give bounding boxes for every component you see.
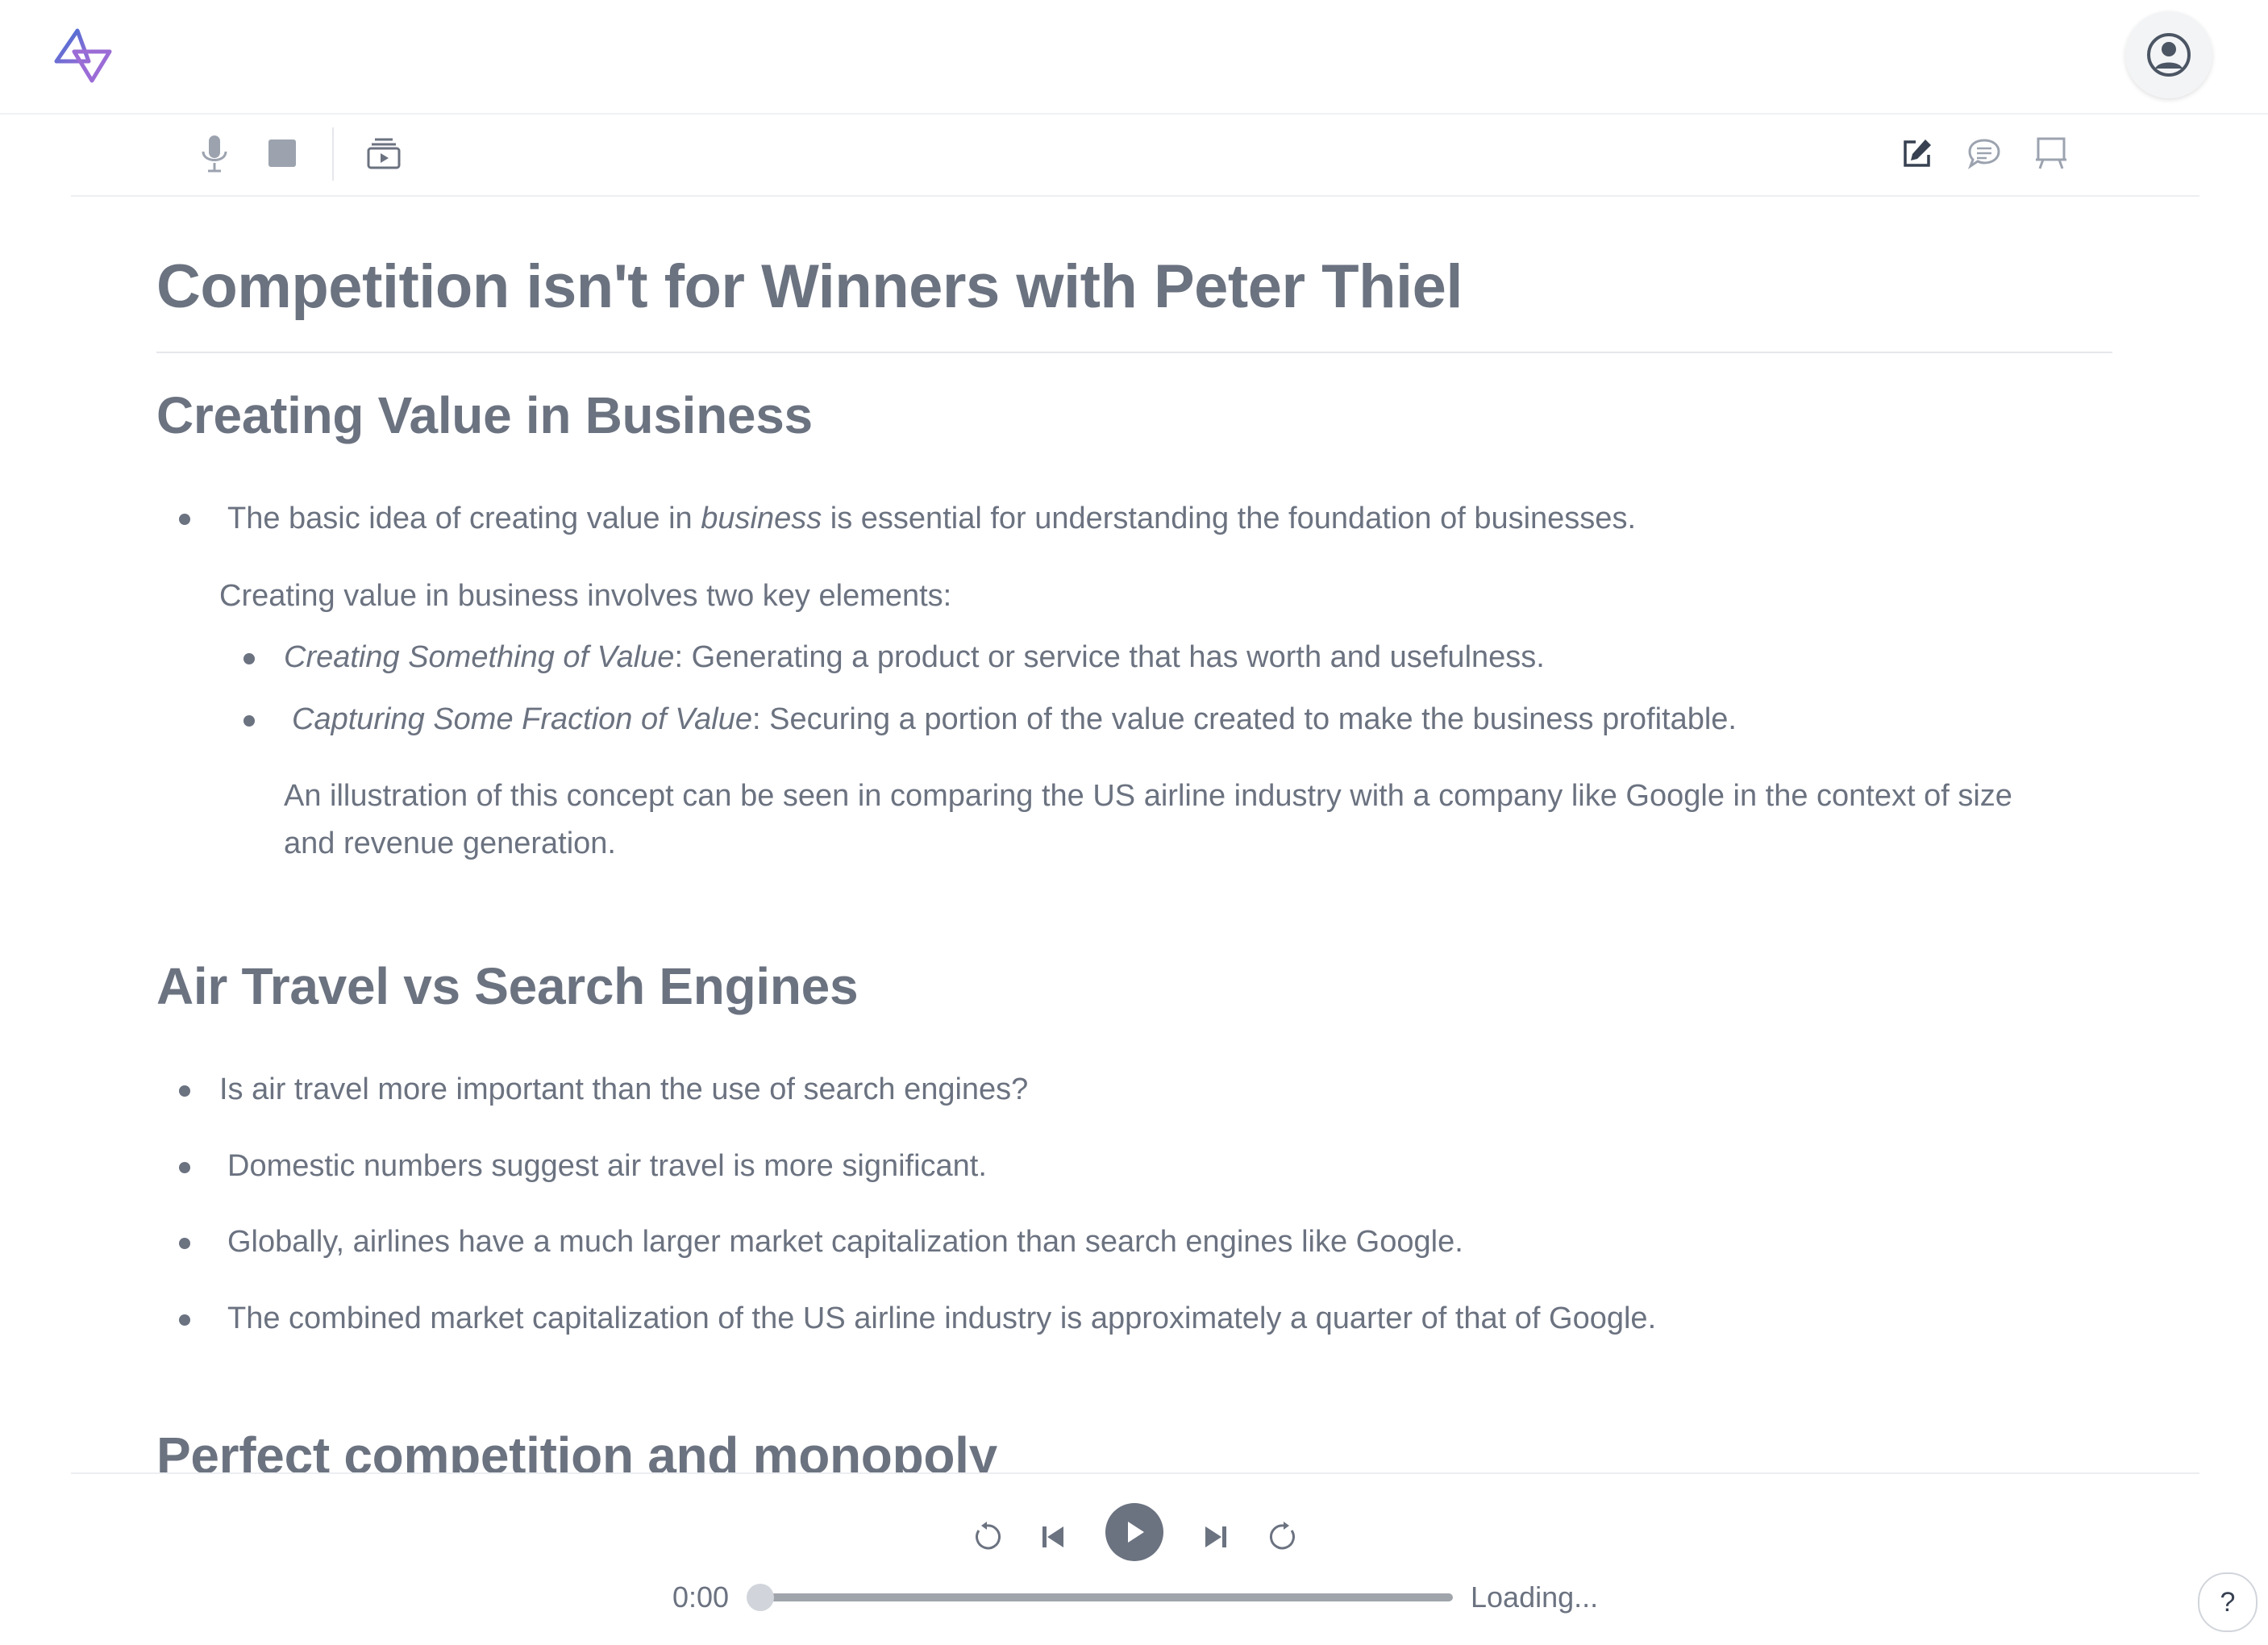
bullet-dot <box>179 1162 190 1173</box>
next-button[interactable] <box>1192 1513 1240 1561</box>
presentation-icon <box>2036 137 2066 169</box>
progress-track[interactable] <box>769 1593 1453 1601</box>
title-divider <box>156 352 2112 353</box>
bullet-dot <box>243 715 255 727</box>
chat-button[interactable] <box>1960 129 2008 177</box>
bullet-dot <box>179 1314 190 1326</box>
list-item: Is air travel more important than the us… <box>219 1072 1029 1106</box>
bullet-dot <box>179 514 190 525</box>
list-item: Domestic numbers suggest air travel is m… <box>227 1149 987 1183</box>
forward-button[interactable] <box>1259 1513 1308 1561</box>
bullet-dot <box>243 653 255 664</box>
previous-button[interactable] <box>1029 1513 1077 1561</box>
top-bar <box>0 0 2268 115</box>
current-time: 0:00 <box>672 1580 730 1614</box>
play-icon <box>1128 1522 1144 1543</box>
stop-icon <box>268 140 296 167</box>
slideshow-icon <box>367 138 401 169</box>
document-content: Competition isn't for Winners with Peter… <box>0 197 2268 1474</box>
document-title: Competition isn't for Winners with Peter… <box>156 252 1463 321</box>
profile-button[interactable] <box>2125 11 2212 98</box>
app-logo[interactable] <box>53 26 114 84</box>
toolbar-divider <box>332 127 334 181</box>
bullet-dot <box>179 1238 190 1249</box>
section-heading: Air Travel vs Search Engines <box>156 957 859 1015</box>
slideshow-button[interactable] <box>360 129 408 177</box>
microphone-icon <box>202 135 227 173</box>
paragraph: Creating value in business involves two … <box>219 579 952 613</box>
edit-icon <box>1904 140 1931 167</box>
skip-back-icon <box>1042 1526 1063 1547</box>
user-circle-icon <box>2147 33 2191 77</box>
help-button[interactable]: ? <box>2198 1572 2258 1632</box>
list-item: Capturing Some Fraction of Value: Securi… <box>292 702 1737 736</box>
microphone-button[interactable] <box>190 129 239 177</box>
list-item: The combined market capitalization of th… <box>227 1301 1657 1335</box>
section-heading: Creating Value in Business <box>156 386 813 444</box>
play-button[interactable] <box>1105 1503 1163 1561</box>
progress-thumb[interactable] <box>747 1584 774 1611</box>
presentation-button[interactable] <box>2027 129 2075 177</box>
fast-forward-icon <box>1269 1522 1295 1550</box>
document-toolbar <box>71 113 2199 197</box>
stop-button[interactable] <box>258 129 306 177</box>
list-item: The basic idea of creating value in busi… <box>227 502 1636 535</box>
section-heading: Perfect competition and monopoly <box>156 1426 997 1474</box>
list-item: Creating Something of Value: Generating … <box>284 640 1545 674</box>
rewind-icon <box>976 1522 1001 1550</box>
audio-player: 0:00 Loading... <box>71 1472 2199 1645</box>
chat-icon <box>1967 139 2000 169</box>
list-item: Globally, airlines have a much larger ma… <box>227 1225 1463 1259</box>
duration-status: Loading... <box>1471 1580 1599 1614</box>
skip-forward-icon <box>1205 1526 1226 1547</box>
rewind-button[interactable] <box>963 1513 1011 1561</box>
edit-button[interactable] <box>1893 129 1941 177</box>
bullet-dot <box>179 1085 190 1097</box>
paragraph: An illustration of this concept can be s… <box>284 779 2012 860</box>
